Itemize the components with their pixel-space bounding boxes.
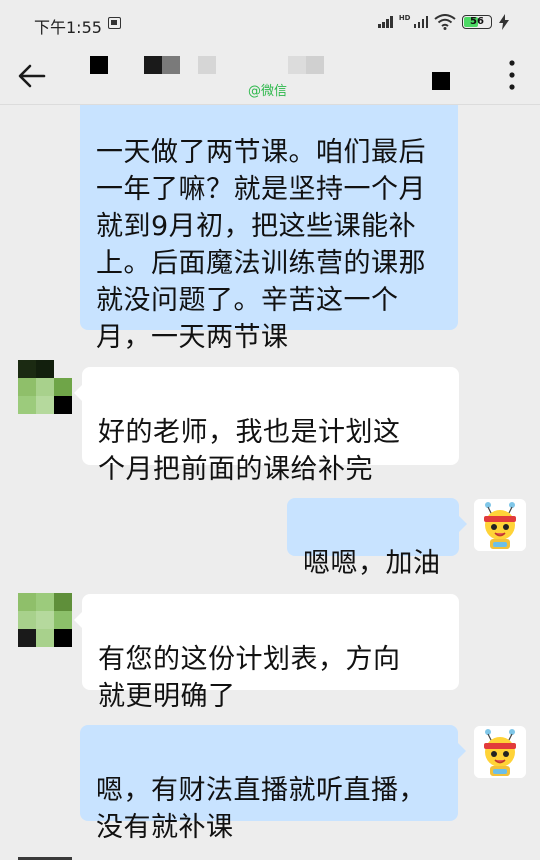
message-text: 好的老师，我也是计划这 个月把前面的课给补完 [98,417,401,485]
redaction-block [162,56,180,74]
cartoon-bee-avatar-icon [474,499,526,551]
redaction-block [144,56,162,74]
message-bubble-outgoing[interactable]: 嗯，有财法直播就听直播， 没有就补课 [80,725,466,843]
status-bar: 下午1:55 HD 56 [0,0,540,48]
cartoon-bee-avatar-icon [474,726,526,778]
contact-avatar[interactable] [18,360,72,414]
calendar-icon [108,17,121,29]
battery-icon: 56 [462,15,492,29]
battery-level: 56 [470,16,484,27]
signal-icon [378,16,393,28]
redaction-block [90,56,108,74]
message-text: 嗯，有财法直播就听直播， 没有就补课 [96,775,426,843]
message-text: 有您的这份计划表，方向 就更明确了 [98,644,401,712]
charging-icon [499,14,509,30]
status-icons: HD 56 [378,14,510,30]
redaction-block [432,72,450,90]
redaction-block [198,56,216,74]
message-bubble-outgoing[interactable]: 一天做了两节课。咱们最后 一年了嘛？就是坚持一个月 就到9月初，把这些课能补 上… [80,105,458,353]
contact-avatar[interactable] [18,593,72,647]
more-vertical-icon[interactable] [506,58,518,92]
message-bubble-incoming[interactable]: 好的老师，我也是计划这 个月把前面的课给补完 [74,367,459,485]
message-bubble-incoming[interactable]: 有您的这份计划表，方向 就更明确了 [74,594,459,712]
message-text: 嗯嗯，加油 [303,548,441,579]
my-avatar[interactable] [474,726,526,778]
network-type: HD [398,14,411,22]
my-avatar[interactable] [474,499,526,551]
arrow-left-icon[interactable] [14,58,50,94]
status-time: 下午1:55 [34,18,102,37]
wechat-watermark: @微信 [248,84,288,99]
signal-icon-2 [413,16,428,28]
chat-title-bar: @微信 [0,48,540,105]
message-list[interactable]: 一天做了两节课。咱们最后 一年了嘛？就是坚持一个月 就到9月初，把这些课能补 上… [0,105,540,860]
message-text: 一天做了两节课。咱们最后 一年了嘛？就是坚持一个月 就到9月初，把这些课能补 上… [96,137,426,353]
redaction-block [288,56,306,74]
wifi-icon [434,14,456,30]
redaction-block [306,56,324,74]
message-bubble-outgoing[interactable]: 嗯嗯，加油 [287,498,467,579]
